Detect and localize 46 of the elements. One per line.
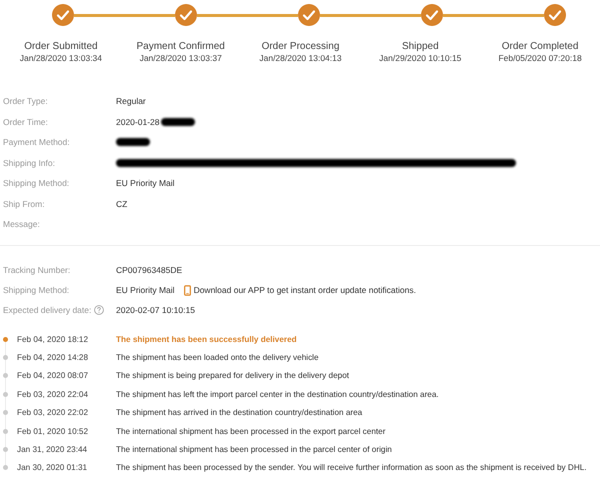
field-value: EU Priority Mail	[116, 285, 175, 296]
step-label: Order Completed	[502, 41, 578, 53]
field-label: Expected delivery date:	[3, 304, 92, 315]
event-text: The international shipment has been processed in the export parcel center	[116, 426, 386, 436]
field-label: Tracking Number:	[2, 265, 72, 276]
step-label: Payment Confirmed	[136, 41, 225, 53]
field-label: Shipping Info:	[2, 158, 56, 168]
field-value: CZ	[116, 198, 128, 209]
field-label: Order Type:	[2, 96, 49, 106]
event-time: Feb 04, 2020 14:28	[16, 352, 90, 362]
event-text: The shipment is being prepared for delivery in the delivery depot	[116, 371, 350, 380]
event-text: The shipment has arrived in the destination country/destination area	[116, 408, 362, 418]
field-label: Order Time:	[2, 116, 49, 127]
event-text: The shipment has been loaded onto the delivery vehicle	[116, 352, 319, 362]
event-time: Feb 03, 2020 22:04	[16, 390, 90, 399]
event-time: Feb 03, 2020 22:02	[16, 408, 90, 418]
step-time: Jan/28/2020 13:03:37	[140, 53, 222, 63]
field-label: Shipping Method:	[2, 285, 70, 296]
field-value: EU Priority Mail	[116, 178, 175, 188]
app-notice-link[interactable]: Download our APP to get instant order update notifications.	[194, 285, 416, 296]
step-label: Order Processing	[262, 41, 340, 53]
event-text: The shipment has been successfully delivered	[116, 334, 297, 344]
help-icon[interactable]	[94, 304, 104, 315]
field-value: 2020-01-28	[116, 116, 160, 127]
step-label: Shipped	[402, 41, 439, 53]
field-label: Message:	[2, 219, 41, 230]
event-time: Feb 04, 2020 08:07	[16, 371, 90, 380]
field-label: Shipping Method:	[2, 178, 70, 188]
phone-icon	[184, 284, 191, 296]
event-text: The shipment has been processed by the sender. You will receive further information as soon as the shipment is received by DHL.	[116, 463, 587, 472]
step-time: Jan/29/2020 10:10:15	[379, 53, 462, 63]
field-value: 2020-02-07 10:10:15	[116, 304, 195, 315]
step-time: Jan/28/2020 13:04:13	[259, 53, 342, 63]
field-value: Regular	[116, 96, 146, 106]
step-time: Jan/28/2020 13:03:34	[20, 53, 102, 63]
event-time: Feb 01, 2020 10:52	[16, 426, 90, 436]
event-time: Jan 30, 2020 01:31	[16, 463, 88, 472]
event-text: The international shipment has been processed in the parcel center of origin	[116, 444, 392, 454]
event-text: The shipment has left the import parcel center in the destination country/destination area.	[116, 390, 439, 399]
field-label: Ship From:	[2, 198, 46, 209]
step-label: Order Submitted	[24, 41, 98, 53]
event-time: Feb 04, 2020 18:12	[16, 334, 90, 344]
field-label: Payment Method:	[2, 137, 71, 148]
event-time: Jan 31, 2020 23:44	[16, 444, 88, 454]
field-value: CP007963485DE	[116, 265, 182, 276]
step-time: Feb/05/2020 07:20:18	[498, 53, 582, 63]
